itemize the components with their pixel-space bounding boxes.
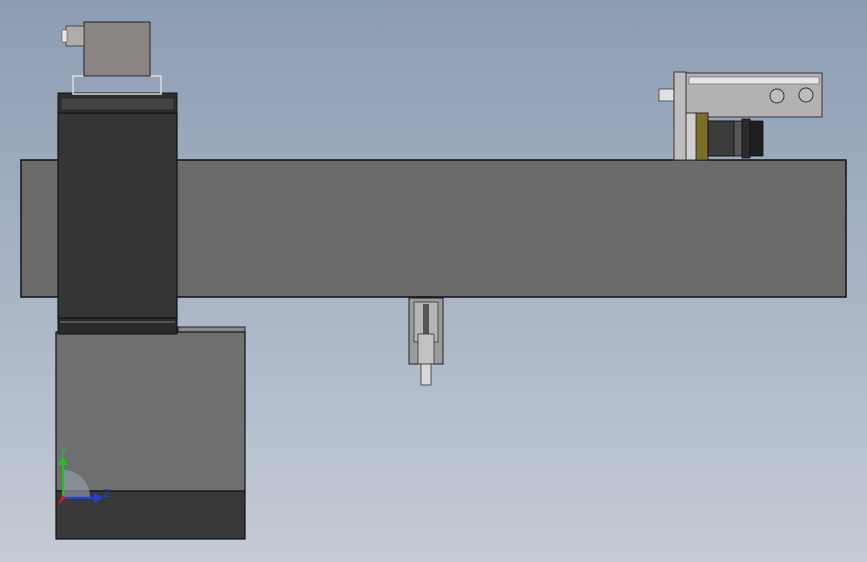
slider-rail-top-strip xyxy=(688,76,820,85)
column-lower-collar xyxy=(57,317,178,335)
hanging-sensor[interactable] xyxy=(408,297,444,386)
y-axis-label: Y xyxy=(59,445,67,458)
motor-connector-housing xyxy=(83,21,151,77)
vertical-column[interactable] xyxy=(57,21,178,335)
base-body xyxy=(55,331,246,492)
motor-connector-plug xyxy=(65,25,85,47)
gripper-ring-1 xyxy=(733,120,743,157)
slider-assembly[interactable] xyxy=(658,71,823,161)
motor-mount-plate xyxy=(72,75,162,95)
base-block[interactable] xyxy=(55,326,246,540)
slider-pin xyxy=(658,88,676,102)
model-view[interactable]: Y Z xyxy=(0,0,867,562)
column-top-flange-band xyxy=(60,97,175,111)
sensor-body xyxy=(417,333,435,365)
z-axis-label: Z xyxy=(103,487,111,500)
column-body xyxy=(57,112,178,319)
motor-connector-pin xyxy=(61,29,68,43)
column-lower-collar-line xyxy=(60,321,175,323)
sensor-tip xyxy=(420,363,432,386)
gripper-ring-3 xyxy=(749,120,764,157)
cad-viewport[interactable]: Y Z xyxy=(0,0,867,562)
slider-hole-1 xyxy=(769,88,785,104)
gripper-ring-2 xyxy=(741,118,751,159)
olive-plate xyxy=(695,112,709,161)
slider-hole-2 xyxy=(798,87,814,103)
triad-origin xyxy=(61,496,65,500)
slider-side-bracket xyxy=(673,71,687,161)
sensor-slot xyxy=(423,304,429,334)
gripper-block xyxy=(707,120,735,157)
